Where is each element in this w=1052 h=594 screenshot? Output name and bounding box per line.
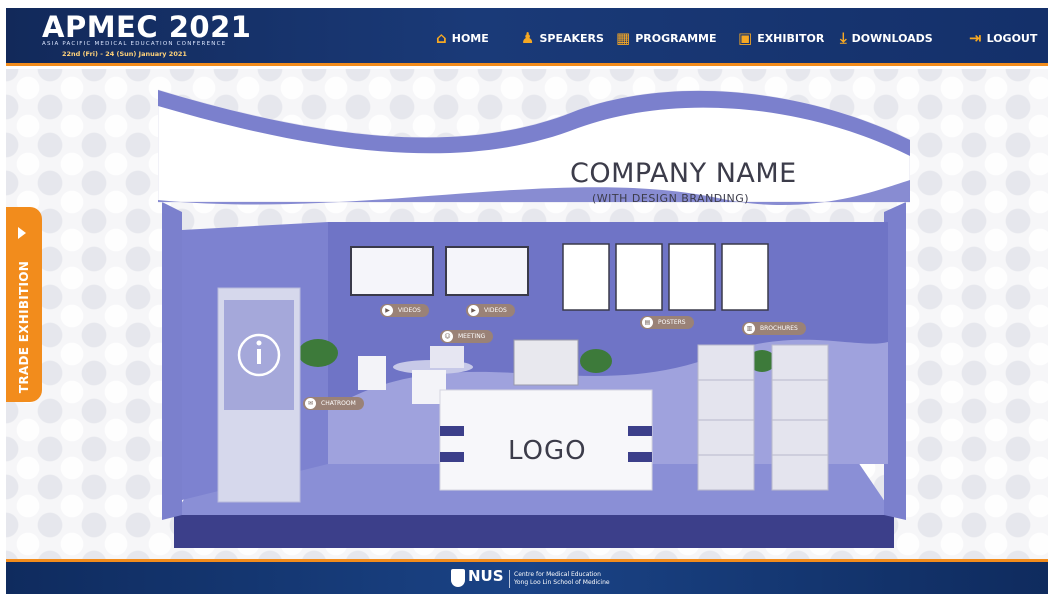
expand-arrow-icon (18, 227, 26, 239)
exhibition-booth: COMPANY NAME (WITH DESIGN BRANDING) LOGO… (158, 80, 910, 550)
plant-left (298, 339, 338, 367)
hotspot-chatroom-label: CHATROOM (321, 400, 356, 407)
info-icon-stem (257, 349, 261, 364)
footer-line-1: Centre for Medical Education (514, 571, 601, 578)
poster-3[interactable] (668, 243, 716, 311)
download-icon: ⤓ (840, 28, 847, 47)
poster-4[interactable] (721, 243, 769, 311)
booth-left-post (162, 202, 182, 520)
booth-icon: ▣ (738, 28, 753, 47)
nav-programme-button[interactable]: ▦ PROGRAMME (616, 28, 717, 48)
hotspot-videos-2-label: VIDEOS (484, 307, 507, 314)
hotspot-brochures[interactable]: ▥ BROCHURES (742, 322, 806, 335)
trade-exhibition-label: TRADE EXHIBITION (17, 260, 31, 394)
hotspot-posters[interactable]: ▤ POSTERS (640, 316, 694, 329)
poster-1[interactable] (562, 243, 610, 311)
meeting-icon: ☺ (442, 331, 453, 342)
nav-home-button[interactable]: ⌂ HOME (436, 28, 489, 48)
video-icon: ▶ (382, 305, 393, 316)
meeting-chair-3 (430, 346, 464, 368)
chat-icon: ✉ (305, 398, 316, 409)
hotspot-brochures-label: BROCHURES (760, 325, 798, 332)
booth-base (174, 515, 894, 548)
footer-line-2: Yong Loo Lin School of Medicine (514, 579, 610, 586)
calendar-icon: ▦ (616, 28, 631, 47)
brochure-rack-1[interactable] (697, 344, 755, 491)
logout-icon: ⇥ (969, 28, 982, 47)
logo-title: APMEC 2021 (42, 10, 252, 44)
footer-divider (509, 570, 510, 588)
trade-exhibition-tab[interactable]: TRADE EXHIBITION (6, 207, 42, 402)
counter-stripe-right-1 (628, 426, 652, 436)
nav-logout-button[interactable]: ⇥ LOGOUT (969, 28, 1037, 48)
home-icon: ⌂ (436, 28, 447, 47)
counter-stripe-left-2 (440, 452, 464, 462)
nav-exhibitor-button[interactable]: ▣ EXHIBITOR (738, 28, 824, 48)
poster-icon: ▤ (642, 317, 653, 328)
counter-stripe-right-2 (628, 452, 652, 462)
info-icon-dot (256, 340, 262, 346)
booth-illustration (158, 89, 910, 548)
computer-monitor[interactable] (513, 339, 579, 386)
apmec-logo[interactable]: APMEC 2021 ASIA PACIFIC MEDICAL EDUCATIO… (42, 12, 251, 58)
company-name-text: COMPANY NAME (570, 158, 797, 189)
brochure-icon: ▥ (744, 323, 755, 334)
hotspot-meeting[interactable]: ☺ MEETING (440, 330, 494, 343)
nav-downloads-label: DOWNLOADS (851, 31, 933, 45)
hotspot-videos-1[interactable]: ▶ VIDEOS (380, 304, 429, 317)
counter-logo-text: LOGO (508, 436, 587, 466)
footer-text: Centre for Medical Education Yong Loo Li… (514, 571, 610, 587)
brochure-rack-2[interactable] (771, 344, 829, 491)
nav-speakers-button[interactable]: ♟ SPEAKERS (521, 28, 604, 48)
company-sub-text: (WITH DESIGN BRANDING) (592, 192, 750, 205)
poster-2[interactable] (615, 243, 663, 311)
nav-downloads-button[interactable]: ⤓ DOWNLOADS (840, 28, 933, 48)
hotspot-meeting-label: MEETING (458, 333, 486, 340)
nav-logout-label: LOGOUT (986, 31, 1038, 45)
logo-subtitle: ASIA PACIFIC MEDICAL EDUCATION CONFERENC… (42, 41, 227, 47)
nav-home-label: HOME (451, 31, 489, 45)
nav-programme-label: PROGRAMME (635, 31, 717, 45)
hotspot-chatroom[interactable]: ✉ CHATROOM (303, 397, 364, 410)
video-screen-2[interactable] (445, 246, 529, 296)
top-header-bar: APMEC 2021 ASIA PACIFIC MEDICAL EDUCATIO… (6, 8, 1048, 66)
hotspot-videos-1-label: VIDEOS (398, 307, 421, 314)
meeting-chair-1 (358, 356, 386, 390)
speaker-icon: ♟ (521, 28, 535, 47)
nus-crest-icon (451, 569, 465, 587)
plant-middle (580, 349, 612, 373)
video-screen-1[interactable] (350, 246, 434, 296)
logo-dates: 22nd (Fri) - 24 (Sun) January 2021 (62, 50, 187, 58)
nav-exhibitor-label: EXHIBITOR (757, 31, 825, 45)
footer-bar: NUS Centre for Medical Education Yong Lo… (6, 559, 1048, 594)
hotspot-videos-2[interactable]: ▶ VIDEOS (466, 304, 515, 317)
counter-stripe-left-1 (440, 426, 464, 436)
hotspot-posters-label: POSTERS (658, 319, 686, 326)
nav-speakers-label: SPEAKERS (539, 31, 604, 45)
video-icon: ▶ (468, 305, 479, 316)
footer-brand: NUS (468, 567, 504, 585)
